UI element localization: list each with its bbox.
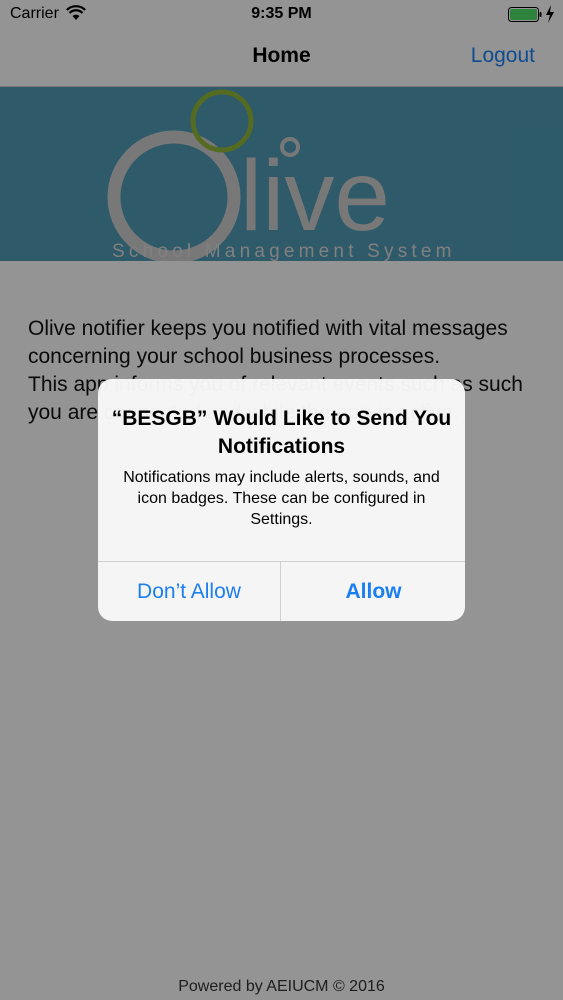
alert-message: Notifications may include alerts, sounds… [123, 469, 440, 528]
allow-button[interactable]: Allow [282, 562, 465, 621]
alert-title: “BESGB” Would Like to Send You Notificat… [111, 407, 452, 458]
alert-button-row: Don’t Allow Allow [98, 561, 465, 621]
notification-permission-alert: “BESGB” Would Like to Send You Notificat… [98, 379, 465, 621]
dont-allow-button[interactable]: Don’t Allow [98, 562, 281, 621]
